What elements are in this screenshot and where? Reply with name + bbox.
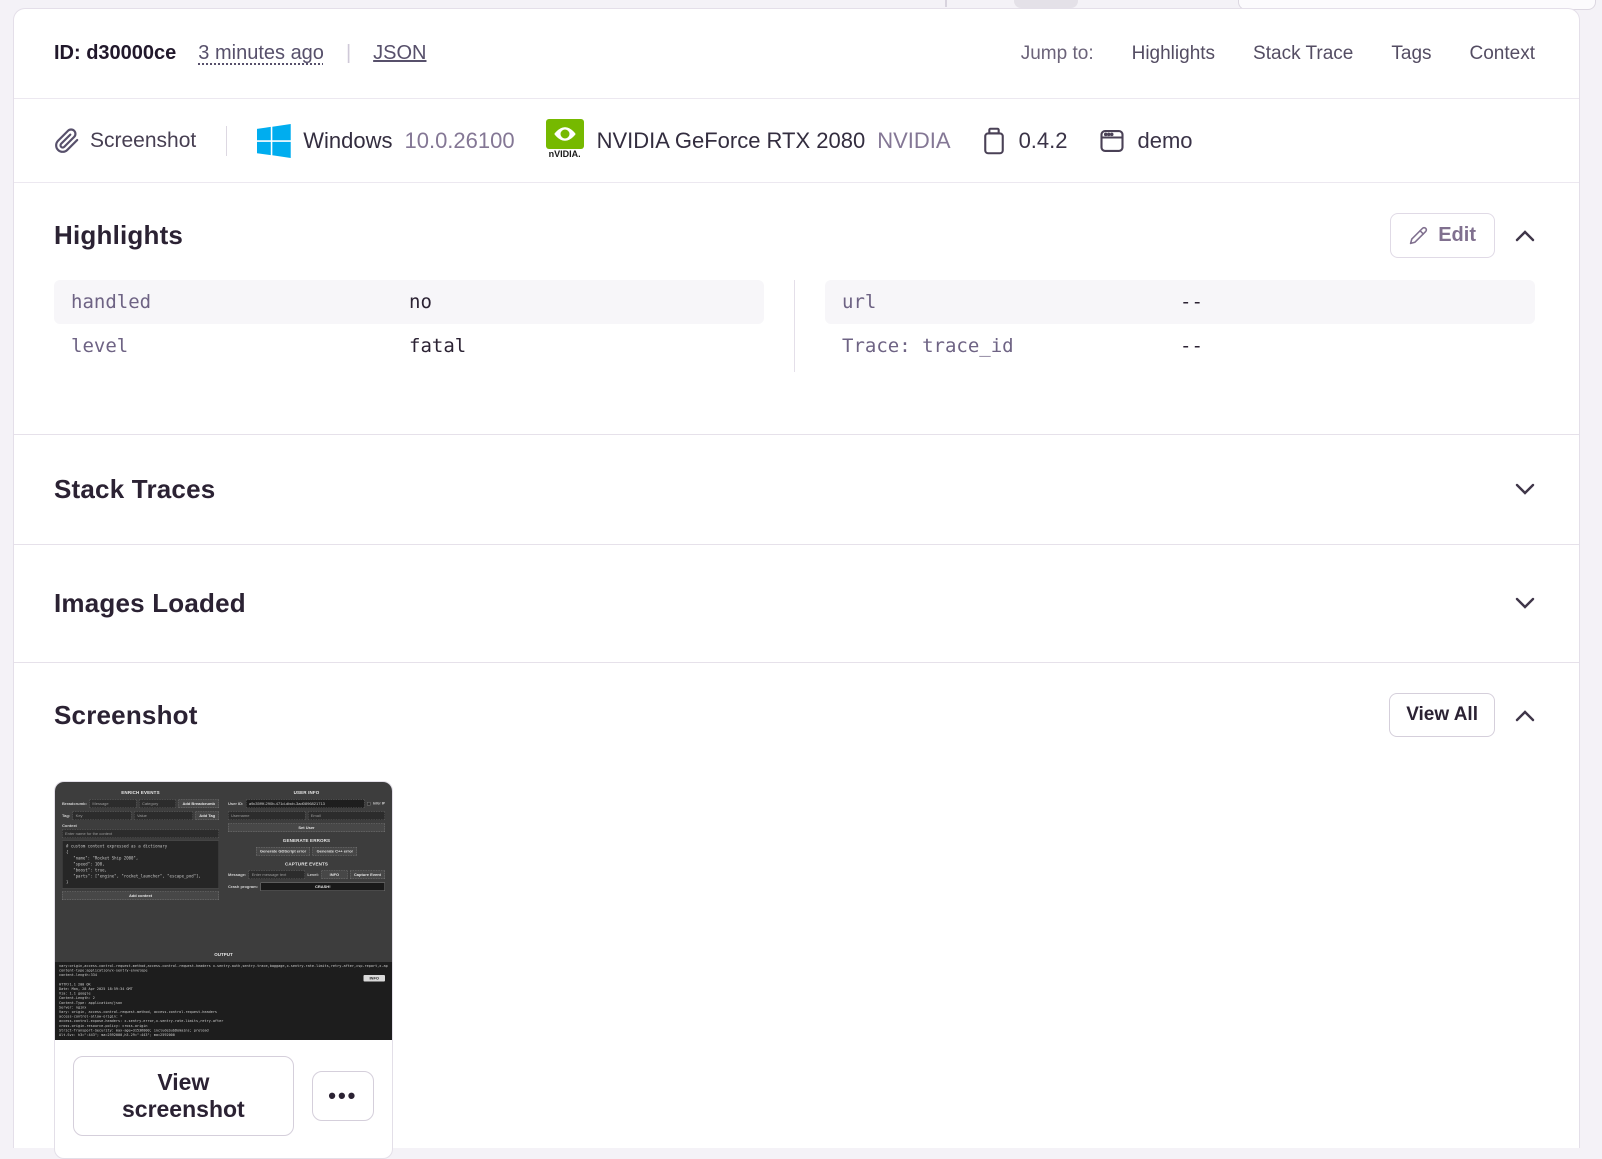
thumb-tag-value-input: Value xyxy=(133,811,193,820)
stack-traces-title: Stack Traces xyxy=(54,474,216,504)
screenshot-section: Screenshot View All ENRICH EVENTS Breadc… xyxy=(14,663,1579,1159)
thumb-tag-key-input: Key xyxy=(72,811,132,820)
jump-link-stack-trace[interactable]: Stack Trace xyxy=(1253,43,1353,65)
expand-stack-traces-chevron-down-icon[interactable] xyxy=(1515,483,1535,496)
collapse-screenshot-chevron-up-icon[interactable] xyxy=(1515,709,1535,722)
window-icon xyxy=(1098,127,1126,155)
thumb-message-input: Enter message text xyxy=(248,870,305,879)
thumb-level-select: INFO xyxy=(321,870,348,879)
paperclip-icon xyxy=(54,127,80,154)
release-icon xyxy=(981,127,1007,155)
thumbnail-content: ENRICH EVENTS Breadcrumb: Message Catego… xyxy=(55,782,392,1040)
thumb-capture-event-button: Capture Event xyxy=(349,870,385,879)
thumb-username-input: Username xyxy=(228,811,306,820)
json-link[interactable]: JSON xyxy=(373,42,426,65)
thumb-email-input: Email xyxy=(307,811,385,820)
jump-link-context[interactable]: Context xyxy=(1470,43,1535,65)
screenshot-card: ENRICH EVENTS Breadcrumb: Message Catego… xyxy=(54,781,393,1159)
toolbar-remnant-divider xyxy=(945,0,947,7)
release-version: 0.4.2 xyxy=(1018,127,1068,153)
thumb-breadcrumb-input: Message xyxy=(89,799,137,808)
thumb-add-breadcrumb-button: Add Breadcrumb xyxy=(178,799,219,808)
kv-column-divider xyxy=(794,280,795,372)
images-loaded-section[interactable]: Images Loaded xyxy=(14,545,1579,663)
thumb-generate-errors-header: GENERATE ERRORS xyxy=(282,838,331,843)
environment-tag: demo xyxy=(1098,127,1193,155)
thumb-category-input: Category xyxy=(139,799,177,808)
thumb-user-info-header: USER INFO xyxy=(293,790,320,795)
screenshot-tag-label: Screenshot xyxy=(90,128,197,152)
thumb-terminal-log: vary:origin,access-control-request-metho… xyxy=(59,964,388,1038)
thumb-user-id-input: a9c35f9f-290b-471d-dbcb-3ad0896821713 xyxy=(245,799,365,808)
jump-link-highlights[interactable]: Highlights xyxy=(1132,43,1215,65)
images-loaded-title: Images Loaded xyxy=(54,588,246,618)
os-tag: Windows 10.0.26100 xyxy=(257,123,515,158)
thumb-capture-events-header: CAPTURE EVENTS xyxy=(284,861,329,867)
thumb-generate-cpp-button: Generate C++ error xyxy=(312,847,358,856)
event-time-link[interactable]: 3 minutes ago xyxy=(198,42,324,65)
release-tag: 0.4.2 xyxy=(981,127,1068,155)
kv-row-level: level fatal xyxy=(71,335,467,357)
thumb-generate-gdscript-button: Generate GDScript error xyxy=(255,847,311,856)
thumb-output-terminal: vary:origin,access-control-request-metho… xyxy=(55,962,392,1040)
windows-logo-icon xyxy=(257,123,291,158)
event-detail-card: ID: d30000ce 3 minutes ago | JSON Jump t… xyxy=(13,8,1580,1159)
view-screenshot-button[interactable]: View screenshot xyxy=(73,1056,294,1136)
pencil-icon xyxy=(1409,226,1428,245)
toolbar-remnant-pill xyxy=(1014,0,1078,8)
jump-link-tags[interactable]: Tags xyxy=(1391,43,1431,65)
screenshot-title: Screenshot xyxy=(54,699,198,730)
thumb-output-header: OUTPUT xyxy=(214,952,233,957)
header-separator: | xyxy=(345,42,352,64)
view-all-button[interactable]: View All xyxy=(1389,693,1495,737)
event-header: ID: d30000ce 3 minutes ago | JSON Jump t… xyxy=(14,9,1579,99)
stack-traces-section[interactable]: Stack Traces xyxy=(14,435,1579,545)
event-tags-row: Screenshot Windows 10.0.26100 nVIDIA. NV… xyxy=(14,99,1579,183)
event-id: ID: d30000ce xyxy=(54,42,177,64)
highlights-section: Highlights Edit handled no level fatal u… xyxy=(14,183,1579,435)
gpu-tag: nVIDIA. NVIDIA GeForce RTX 2080 NVIDIA xyxy=(545,118,951,163)
screenshot-more-options-button[interactable]: ••• xyxy=(311,1071,374,1121)
jump-to-label: Jump to: xyxy=(1020,42,1094,64)
collapse-highlights-chevron-up-icon[interactable] xyxy=(1515,229,1535,242)
tags-divider xyxy=(226,125,228,156)
screenshot-tag[interactable]: Screenshot xyxy=(54,127,197,154)
edit-highlights-button[interactable]: Edit xyxy=(1390,213,1495,258)
kv-row-url: url -- xyxy=(825,280,1535,324)
highlights-left-table: handled no level fatal xyxy=(54,280,764,372)
nvidia-logo-icon: nVIDIA. xyxy=(545,118,585,163)
thumb-context-name-input: Enter name for the context xyxy=(62,829,219,838)
highlights-kv-grid: handled no level fatal url -- Trace: tra… xyxy=(54,280,1535,372)
screenshot-thumbnail[interactable]: ENRICH EVENTS Breadcrumb: Message Catego… xyxy=(55,782,392,1040)
thumb-infer-ip-checkbox xyxy=(367,802,371,806)
os-name: Windows xyxy=(303,127,393,153)
thumb-context-code: # custom context expressed as a dictiona… xyxy=(62,840,219,889)
kv-row-trace-id: Trace: trace_id -- xyxy=(842,335,1203,357)
gpu-vendor: NVIDIA xyxy=(877,127,951,153)
os-version: 10.0.26100 xyxy=(404,127,515,153)
highlights-right-table: url -- Trace: trace_id -- xyxy=(825,280,1535,372)
thumb-info-badge: INFO xyxy=(363,975,385,982)
thumb-crash-button: CRASH! xyxy=(260,882,385,891)
environment-name: demo xyxy=(1137,127,1193,153)
highlights-title: Highlights xyxy=(54,220,184,250)
expand-images-loaded-chevron-down-icon[interactable] xyxy=(1515,597,1535,610)
gpu-name: NVIDIA GeForce RTX 2080 xyxy=(596,127,866,153)
thumb-add-context-button: Add context xyxy=(62,891,219,900)
thumb-enrich-header: ENRICH EVENTS xyxy=(121,790,160,795)
thumb-add-tag-button: Add Tag xyxy=(195,811,220,820)
kv-row-handled: handled no xyxy=(54,280,764,324)
thumb-set-user-button: Set User xyxy=(228,823,385,832)
